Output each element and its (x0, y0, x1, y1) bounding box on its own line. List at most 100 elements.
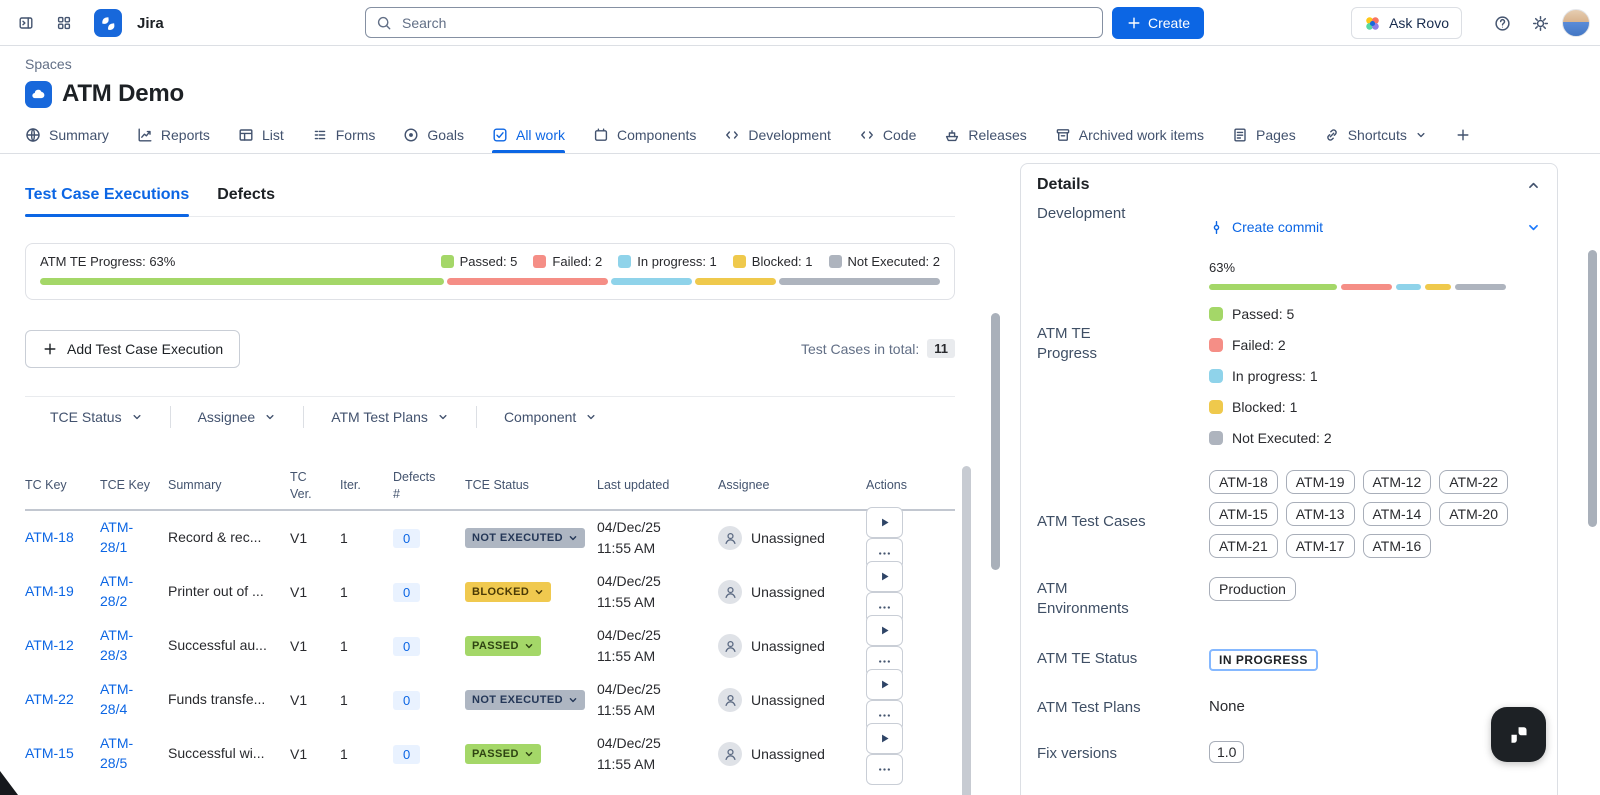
run-execution-button[interactable] (866, 507, 903, 538)
assignee-button[interactable]: Unassigned (718, 526, 858, 550)
run-execution-button[interactable] (866, 669, 903, 700)
assignee-button[interactable]: Unassigned (718, 688, 858, 712)
search-input[interactable] (400, 13, 1092, 32)
tab-pages[interactable]: Pages (1232, 117, 1296, 153)
mouse-cursor (0, 771, 18, 795)
search-bar[interactable] (365, 7, 1103, 38)
run-execution-button[interactable] (866, 615, 903, 646)
tab-components[interactable]: Components (593, 117, 696, 153)
chevron-down-icon[interactable] (1526, 220, 1541, 235)
te-progress-title: ATM TE Progress: 63% (40, 254, 176, 269)
tc-version: V1 (290, 584, 308, 600)
tc-key-link[interactable]: ATM-18 (25, 529, 74, 545)
jira-logo[interactable] (94, 9, 122, 37)
user-avatar[interactable] (1562, 9, 1590, 37)
assignee-button[interactable]: Unassigned (718, 742, 858, 766)
assistant-widget-button[interactable] (1491, 707, 1546, 762)
tab-releases[interactable]: Releases (944, 117, 1027, 153)
tc-key-link[interactable]: ATM-22 (25, 691, 74, 707)
filter-component[interactable]: Component (477, 406, 624, 428)
column-header-summary: Summary (168, 478, 222, 493)
tab-shortcuts[interactable]: Shortcuts (1324, 117, 1427, 153)
main-content-scrollbar[interactable] (991, 313, 1000, 570)
panel-legend-item-passed: Passed: 5 (1209, 306, 1541, 322)
defects-count-badge[interactable]: 0 (393, 744, 421, 764)
project-avatar (25, 80, 52, 108)
column-header-iter: Iter. (340, 478, 361, 493)
tce-status-dropdown[interactable]: PASSED (465, 636, 541, 656)
tab-archived-work-items[interactable]: Archived work items (1055, 117, 1204, 153)
rovo-logo-icon (1364, 15, 1381, 32)
assignee-button[interactable]: Unassigned (718, 580, 858, 604)
create-button[interactable]: Create (1112, 7, 1205, 39)
atm-te-status-badge: IN PROGRESS (1209, 648, 1318, 671)
tab-list[interactable]: List (238, 117, 284, 153)
create-commit-link[interactable]: Create commit (1209, 219, 1541, 235)
atm-te-progress-label: ATM TE Progress (1037, 325, 1098, 363)
tab-all-work[interactable]: All work (491, 117, 566, 153)
tc-key-link[interactable]: ATM-12 (25, 637, 74, 653)
defects-count-badge[interactable]: 0 (393, 690, 421, 710)
defects-count-badge[interactable]: 0 (393, 582, 421, 602)
tce-status-dropdown[interactable]: BLOCKED (465, 582, 552, 602)
assignee-avatar (718, 742, 742, 766)
defects-count-badge[interactable]: 0 (393, 636, 421, 656)
tce-status-dropdown[interactable]: NOT EXECUTED (465, 528, 585, 548)
tce-key-link[interactable]: ATM- 28/4 (100, 681, 133, 717)
tab-summary[interactable]: Summary (25, 117, 109, 153)
fix-version-tag: 1.0 (1209, 740, 1245, 763)
iteration: 1 (340, 692, 348, 708)
tce-key-link[interactable]: ATM- 28/3 (100, 627, 133, 663)
legend-swatch (1209, 431, 1223, 445)
settings-button[interactable] (1524, 7, 1556, 39)
app-grid-icon (56, 15, 72, 31)
add-test-case-execution-button[interactable]: Add Test Case Execution (25, 330, 241, 368)
panel-legend-item-failed: Failed: 2 (1209, 337, 1541, 353)
tab-forms[interactable]: Forms (312, 117, 375, 153)
subtab-defects[interactable]: Defects (217, 186, 275, 216)
table-scrollbar[interactable] (962, 466, 971, 795)
tce-status-dropdown[interactable]: PASSED (465, 744, 541, 764)
progress-percent: 63% (1209, 260, 1236, 275)
legend-item-failed: Failed: 2 (533, 254, 602, 269)
page-scrollbar[interactable] (1588, 250, 1597, 527)
test-case-tag: ATM-20 (1439, 502, 1508, 526)
tce-key-link[interactable]: ATM- 28/5 (100, 735, 133, 771)
ask-rovo-button[interactable]: Ask Rovo (1351, 7, 1462, 39)
tab-reports[interactable]: Reports (137, 117, 210, 153)
tc-version: V1 (290, 692, 308, 708)
tab-development[interactable]: Development (724, 117, 831, 153)
atm-te-status-label: ATM TE Status (1037, 649, 1138, 667)
breadcrumb[interactable]: Spaces (25, 56, 72, 72)
add-tab-button[interactable] (1455, 127, 1471, 143)
tce-key-link[interactable]: ATM- 28/2 (100, 573, 133, 609)
tce-status-dropdown[interactable]: NOT EXECUTED (465, 690, 585, 710)
mini-progress-bar (1209, 284, 1507, 290)
run-execution-button[interactable] (866, 561, 903, 592)
legend-item-passed: Passed: 5 (440, 254, 517, 269)
tc-key-link[interactable]: ATM-19 (25, 583, 74, 599)
ship-icon (944, 127, 960, 143)
filter-tce-status[interactable]: TCE Status (25, 406, 171, 428)
column-header-tc-ver: TC Ver. (290, 470, 312, 501)
defects-count-badge[interactable]: 0 (393, 528, 421, 548)
tab-code[interactable]: Code (859, 117, 916, 153)
more-actions-button[interactable] (866, 754, 903, 785)
panel-legend-item-blocked: Blocked: 1 (1209, 399, 1541, 415)
subtab-test-case-executions[interactable]: Test Case Executions (25, 186, 190, 217)
tab-goals[interactable]: Goals (403, 117, 464, 153)
tc-key-link[interactable]: ATM-15 (25, 745, 74, 761)
assignee-button[interactable]: Unassigned (718, 634, 858, 658)
help-button[interactable] (1486, 7, 1518, 39)
app-switcher-button[interactable] (48, 7, 80, 39)
tce-key-link[interactable]: ATM- 28/1 (100, 519, 133, 555)
chevron-up-icon[interactable] (1526, 178, 1541, 193)
filter-atm-test-plans[interactable]: ATM Test Plans (304, 406, 477, 428)
legend-swatch (533, 255, 547, 268)
sidebar-toggle-button[interactable] (10, 7, 42, 39)
atm-test-plans-label: ATM Test Plans (1037, 698, 1141, 716)
filter-assignee[interactable]: Assignee (171, 406, 305, 428)
total-label: Test Cases in total: (800, 340, 920, 357)
plus-icon (1455, 127, 1471, 143)
run-execution-button[interactable] (866, 723, 903, 754)
